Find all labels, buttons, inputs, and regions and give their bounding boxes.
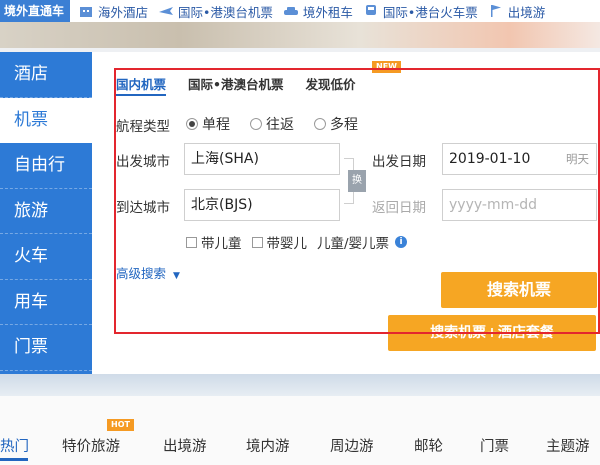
divider-band: [0, 374, 600, 396]
topnav-label: 国际•港台火车票: [382, 4, 478, 20]
active-tab-indicator: [0, 458, 28, 461]
depart-city-label: 出发城市: [116, 154, 170, 170]
hotel-icon: [80, 7, 93, 17]
tab-hot[interactable]: 热门: [0, 435, 29, 456]
category-sidebar: 酒店 机票 自由行 旅游 火车 用车 门票: [0, 52, 94, 374]
trip-type-options: 单程 往返 多程: [186, 114, 378, 134]
swap-bracket-top: [344, 158, 354, 170]
plane-icon: [159, 7, 174, 15]
tab-outbound[interactable]: 出境游: [163, 435, 207, 456]
brand-label: 境外直通车: [0, 0, 71, 22]
advanced-search-label: 高级搜索: [116, 266, 167, 281]
search-flights-button[interactable]: 搜索机票: [441, 272, 597, 308]
advanced-search-link[interactable]: 高级搜索 ▼: [116, 263, 180, 282]
return-date-label: 返回日期: [372, 200, 426, 216]
radio-button[interactable]: [314, 118, 326, 130]
passenger-options: 带儿童 带婴儿 儿童/婴儿票 i: [186, 232, 408, 252]
sidebar-item-tickets[interactable]: 门票: [0, 325, 92, 371]
topnav-item-outbound[interactable]: 出境游: [488, 2, 546, 21]
tab-domestic-flight[interactable]: 国内机票: [116, 74, 167, 96]
sidebar-item-train[interactable]: 火车: [0, 234, 92, 280]
swap-cities-button[interactable]: 换: [348, 170, 366, 192]
depart-city-input[interactable]: 上海(SHA): [184, 143, 340, 175]
caret-down-icon: ▼: [173, 271, 180, 281]
tab-cruise[interactable]: 邮轮: [414, 435, 443, 456]
info-icon[interactable]: i: [395, 236, 408, 248]
tab-intl-flight[interactable]: 国际•港澳台机票: [188, 74, 284, 96]
arrive-city-input[interactable]: 北京(BJS): [184, 189, 340, 221]
radio-label: 多程: [330, 117, 358, 133]
radio-one-way[interactable]: 单程: [186, 114, 230, 134]
top-nav: 境外直通车 海外酒店 国际•港澳台机票 境外租车 国际•港台火车票 出境游: [0, 0, 600, 22]
tab-special-deals[interactable]: 特价旅游: [62, 435, 120, 456]
tab-low-price[interactable]: 发现低价: [306, 74, 356, 96]
tab-tickets[interactable]: 门票: [480, 435, 509, 456]
flag-icon: [490, 5, 501, 17]
radio-multi-city[interactable]: 多程: [314, 114, 358, 134]
checkbox[interactable]: [251, 236, 263, 248]
checkbox-label: 带儿童: [201, 236, 242, 252]
sidebar-item-car[interactable]: 用车: [0, 280, 92, 325]
topnav-label: 海外酒店: [98, 4, 149, 20]
checkbox-with-infant[interactable]: 带婴儿: [251, 232, 308, 252]
depart-date-weekday: 明天: [566, 152, 589, 166]
arrive-city-label: 到达城市: [116, 200, 170, 216]
sidebar-item-hotel[interactable]: 酒店: [0, 52, 92, 98]
depart-date-label: 出发日期: [372, 154, 426, 170]
car-icon: [283, 7, 298, 15]
new-badge: NEW: [372, 61, 401, 73]
topnav-item-intl-flight[interactable]: 国际•港澳台机票: [158, 2, 273, 21]
hot-badge: HOT: [107, 419, 134, 431]
radio-button[interactable]: [186, 118, 198, 130]
radio-label: 往返: [266, 117, 294, 133]
tab-nearby[interactable]: 周边游: [330, 435, 374, 456]
tab-domestic[interactable]: 境内游: [246, 435, 290, 456]
swap-bracket-bottom: [344, 192, 354, 204]
flight-tabs: 国内机票 国际•港澳台机票 发现低价: [116, 74, 378, 96]
sidebar-item-free-travel[interactable]: 自由行: [0, 143, 92, 189]
topnav-label: 出境游: [507, 4, 546, 20]
topnav-item-train[interactable]: 国际•港台火车票: [363, 2, 478, 21]
child-infant-ticket-link[interactable]: 儿童/婴儿票: [317, 232, 389, 252]
checkbox[interactable]: [186, 236, 197, 248]
radio-round-trip[interactable]: 往返: [250, 114, 294, 134]
checkbox-label: 带婴儿: [266, 236, 308, 252]
topnav-label: 境外租车: [302, 4, 353, 20]
topnav-item-overseas-hotel[interactable]: 海外酒店: [78, 2, 148, 21]
search-flight-hotel-button[interactable]: 搜索机票+酒店套餐: [388, 315, 596, 351]
checkbox-with-child[interactable]: 带儿童: [186, 232, 242, 252]
tab-themed[interactable]: 主题游: [546, 435, 590, 456]
promo-banner[interactable]: [0, 22, 600, 48]
topnav-label: 国际•港澳台机票: [178, 4, 273, 20]
train-icon: [365, 5, 376, 15]
radio-button[interactable]: [250, 118, 262, 130]
topnav-item-car-rental[interactable]: 境外租车: [283, 2, 353, 21]
sidebar-item-flight[interactable]: 机票: [0, 97, 94, 143]
sidebar-item-tour[interactable]: 旅游: [0, 189, 92, 234]
return-date-input[interactable]: yyyy-mm-dd: [442, 189, 597, 221]
trip-type-label: 航程类型: [116, 119, 170, 135]
radio-label: 单程: [202, 117, 230, 133]
page: 境外直通车 海外酒店 国际•港澳台机票 境外租车 国际•港台火车票 出境游 酒店…: [0, 0, 600, 465]
